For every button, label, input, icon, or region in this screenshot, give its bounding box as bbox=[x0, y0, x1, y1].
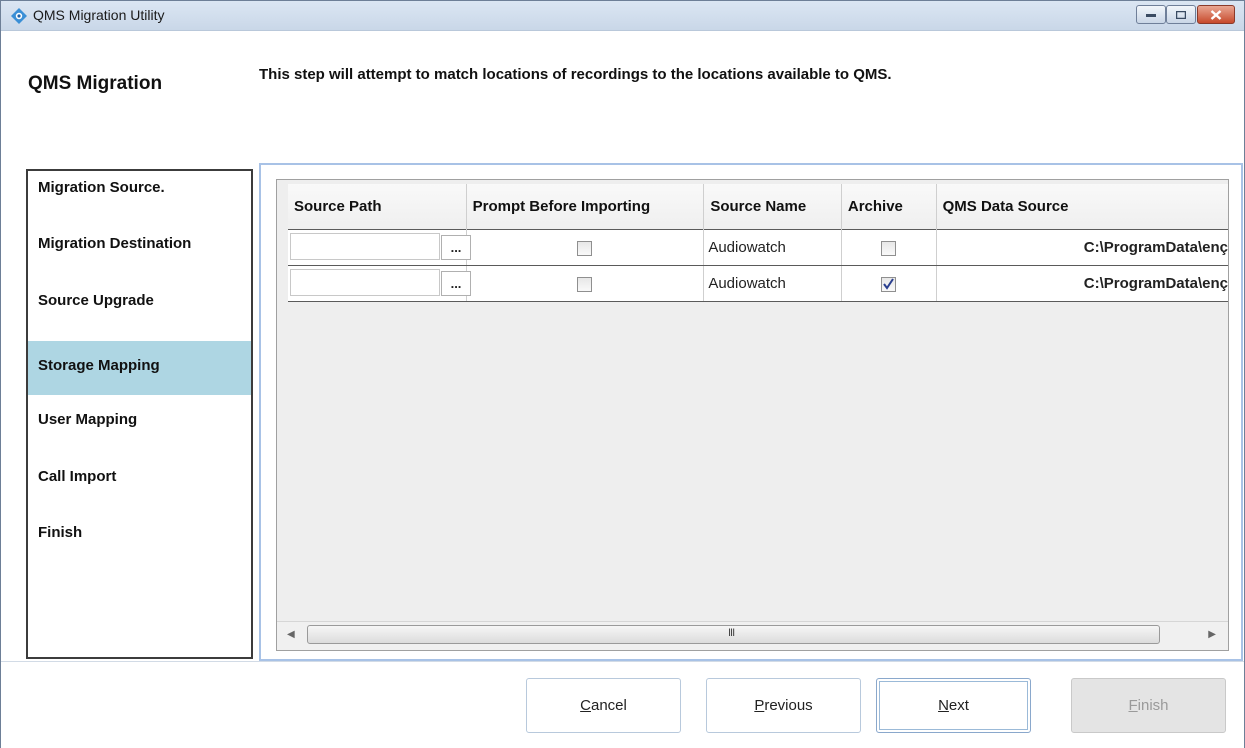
source-path-cell: ... bbox=[288, 265, 471, 302]
nav-item-storage-mapping[interactable]: Storage Mapping bbox=[28, 341, 251, 395]
close-button[interactable] bbox=[1197, 5, 1235, 24]
previous-button[interactable]: Previous bbox=[706, 678, 861, 733]
nav-item-label: Finish bbox=[38, 524, 83, 541]
nav-item-label: Migration Source. bbox=[38, 179, 165, 196]
nav-item-label: Source Upgrade bbox=[38, 292, 154, 309]
mapping-table: Source Path Prompt Before Importing Sour… bbox=[288, 184, 1228, 302]
browse-button[interactable]: ... bbox=[441, 271, 471, 296]
browse-button[interactable]: ... bbox=[441, 235, 471, 260]
content-panel: Source Path Prompt Before Importing Sour… bbox=[259, 163, 1243, 661]
prompt-cell bbox=[466, 229, 705, 266]
scroll-right-arrow-icon[interactable]: ▶ bbox=[1208, 629, 1216, 640]
minimize-icon bbox=[1146, 13, 1156, 17]
app-logo-icon bbox=[11, 8, 27, 24]
next-accesskey: N bbox=[938, 697, 949, 714]
archive-cell bbox=[841, 265, 937, 302]
minimize-button[interactable] bbox=[1136, 5, 1166, 24]
cancel-button[interactable]: Cancel bbox=[526, 678, 681, 733]
page-header: QMS Migration This step will attempt to … bbox=[1, 31, 1244, 163]
archive-checkbox[interactable] bbox=[881, 276, 897, 292]
horizontal-scrollbar[interactable]: ◀ III ▶ bbox=[277, 621, 1228, 650]
qms-data-source-cell[interactable]: C:\ProgramData\enç bbox=[936, 265, 1228, 302]
nav-item-source-upgrade[interactable]: Source Upgrade bbox=[28, 288, 251, 342]
finish-accesskey: F bbox=[1128, 697, 1138, 714]
nav-item-finish[interactable]: Finish bbox=[28, 520, 251, 574]
previous-label: revious bbox=[764, 697, 813, 714]
cancel-label: ancel bbox=[590, 697, 627, 714]
window-title: QMS Migration Utility bbox=[33, 7, 165, 23]
footer-bar: Cancel Previous Next Finish bbox=[1, 661, 1244, 748]
table-row: ... Audiowatch C:\ProgramData\enç bbox=[288, 229, 1228, 266]
nav-item-label: Storage Mapping bbox=[38, 357, 160, 374]
archive-cell bbox=[841, 229, 937, 266]
checkmark-icon bbox=[883, 277, 895, 290]
column-header-source-name[interactable]: Source Name bbox=[703, 184, 842, 230]
source-name-cell: Audiowatch bbox=[703, 229, 842, 266]
prompt-checkbox[interactable] bbox=[577, 240, 593, 256]
step-description: This step will attempt to match location… bbox=[259, 66, 892, 83]
scrollbar-thumb[interactable]: III bbox=[307, 625, 1160, 644]
next-button[interactable]: Next bbox=[876, 678, 1031, 733]
source-name-cell: Audiowatch bbox=[703, 265, 842, 302]
source-path-cell: ... bbox=[288, 229, 471, 266]
nav-item-migration-source[interactable]: Migration Source. bbox=[28, 175, 251, 229]
qms-data-source-cell[interactable]: C:\ProgramData\enç bbox=[936, 229, 1228, 266]
nav-item-label: Migration Destination bbox=[38, 235, 192, 252]
table-row: ... Audiowatch C:\ProgramData\enç bbox=[288, 265, 1228, 302]
nav-item-migration-destination[interactable]: Migration Destination bbox=[28, 231, 251, 285]
close-icon bbox=[1210, 9, 1222, 20]
title-bar: QMS Migration Utility bbox=[1, 1, 1244, 31]
nav-item-label: Call Import bbox=[38, 468, 117, 485]
archive-checkbox[interactable] bbox=[881, 240, 897, 256]
storage-mapping-grid: Source Path Prompt Before Importing Sour… bbox=[276, 179, 1229, 651]
wizard-steps-nav: Migration Source. Migration Destination … bbox=[26, 169, 253, 659]
prompt-checkbox[interactable] bbox=[577, 276, 593, 292]
source-path-input[interactable] bbox=[290, 233, 440, 260]
app-window: QMS Migration Utility QMS Migration This… bbox=[0, 0, 1245, 748]
previous-accesskey: P bbox=[754, 697, 765, 714]
column-header-qms-data-source[interactable]: QMS Data Source bbox=[936, 184, 1228, 230]
nav-item-label: User Mapping bbox=[38, 411, 138, 428]
finish-label: inish bbox=[1137, 697, 1169, 714]
scroll-grip: III bbox=[728, 627, 735, 639]
prompt-cell bbox=[466, 265, 705, 302]
nav-item-user-mapping[interactable]: User Mapping bbox=[28, 407, 251, 461]
scroll-left-arrow-icon[interactable]: ◀ bbox=[287, 629, 295, 640]
nav-item-call-import[interactable]: Call Import bbox=[28, 464, 251, 518]
column-header-prompt-before-importing[interactable]: Prompt Before Importing bbox=[466, 184, 705, 230]
page-title: QMS Migration bbox=[28, 73, 163, 94]
maximize-button[interactable] bbox=[1166, 5, 1196, 24]
cancel-accesskey: C bbox=[580, 697, 591, 714]
column-header-source-path[interactable]: Source Path bbox=[288, 184, 467, 230]
column-header-archive[interactable]: Archive bbox=[841, 184, 937, 230]
maximize-icon bbox=[1176, 10, 1186, 19]
next-label: ext bbox=[948, 697, 969, 714]
finish-button[interactable]: Finish bbox=[1071, 678, 1226, 733]
source-path-input[interactable] bbox=[290, 269, 440, 296]
